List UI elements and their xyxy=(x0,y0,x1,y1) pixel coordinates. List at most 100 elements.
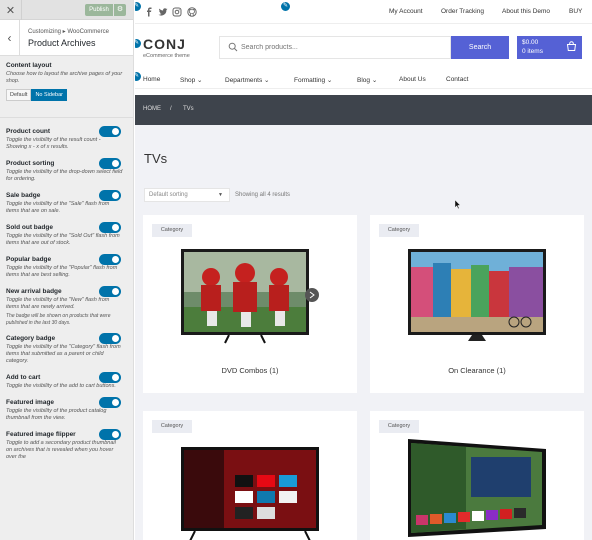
product-image[interactable] xyxy=(406,247,548,347)
product-sorting-toggle[interactable] xyxy=(99,158,121,169)
toggle-row-category-badge: Category badge Toggle the visibility of … xyxy=(6,333,127,365)
featured-image-toggle[interactable] xyxy=(99,397,121,408)
shop-content: TVs Default sorting ▼ Showing all 4 resu… xyxy=(135,125,592,540)
buy-link[interactable]: BUY xyxy=(569,8,582,15)
search-input[interactable] xyxy=(241,37,441,58)
divider xyxy=(0,117,133,118)
product-image[interactable] xyxy=(179,247,321,347)
caret-down-icon: ▼ xyxy=(218,192,223,198)
order-tracking-link[interactable]: Order Tracking xyxy=(441,8,484,15)
breadcrumb-current: TVs xyxy=(183,106,194,112)
site-logo[interactable]: CONJ xyxy=(143,36,186,52)
toggle-row-sale-badge: Sale badge Toggle the visibility of the … xyxy=(6,190,127,215)
toggle-description: Toggle the visibility of the "New" flash… xyxy=(6,297,110,310)
instagram-icon[interactable] xyxy=(172,7,182,17)
cart-button[interactable]: $0.00 0 items xyxy=(517,36,582,59)
product-name: DVD Combos xyxy=(221,366,268,375)
product-card[interactable]: Category xyxy=(143,411,357,540)
product-card-dvd-combos[interactable]: Category DVD Combos (1) xyxy=(143,215,357,393)
toggle-description: Toggle the visibility of the add to cart… xyxy=(6,383,116,389)
category-badge[interactable]: Category xyxy=(379,224,419,237)
product-count: (1) xyxy=(269,366,279,375)
product-title[interactable]: On Clearance (1) xyxy=(370,366,584,375)
toggle-row-popular-badge: Popular badge Toggle the visibility of t… xyxy=(6,254,127,279)
add-to-cart-toggle[interactable] xyxy=(99,372,121,383)
close-icon[interactable]: ✕ xyxy=(0,0,22,20)
nav-item-blog[interactable]: Blog ⌄ xyxy=(357,76,377,84)
toggle-row-add-to-cart: Add to cart Toggle the visibility of the… xyxy=(6,372,127,390)
product-count: (1) xyxy=(496,366,506,375)
chevron-down-icon: ⌄ xyxy=(264,77,270,84)
nav-item-label: Formatting xyxy=(294,77,326,84)
my-account-link[interactable]: My Account xyxy=(389,8,423,15)
category-badge[interactable]: Category xyxy=(379,420,419,433)
section-title: Product Archives xyxy=(28,38,96,48)
nav-item-shop[interactable]: Shop ⌄ xyxy=(180,76,202,84)
toggle-description: Toggle the visibility of the "Sale" flas… xyxy=(6,201,110,214)
category-badge[interactable]: Category xyxy=(152,224,192,237)
github-icon[interactable] xyxy=(187,7,197,17)
layout-default-button[interactable]: Default xyxy=(6,89,32,101)
edit-shortcut-icon[interactable]: ✎ xyxy=(135,71,142,82)
facebook-icon[interactable] xyxy=(144,7,154,17)
toggle-description: Toggle to add a secondary product thumbn… xyxy=(6,440,116,460)
main-navigation: ✎ Home Shop ⌄ Departments ⌄ Formatting ⌄… xyxy=(135,71,592,89)
back-icon[interactable]: ‹ xyxy=(0,20,20,56)
product-card-on-clearance[interactable]: Category On Clearance (1) xyxy=(370,215,584,393)
about-demo-link[interactable]: About this Demo xyxy=(502,8,550,15)
toggle-description: Toggle the visibility of the result coun… xyxy=(6,137,101,150)
edit-shortcut-icon[interactable]: ✎ xyxy=(280,1,291,12)
product-image[interactable] xyxy=(179,445,321,540)
toggle-description: Toggle the visibility of the drop-down s… xyxy=(6,169,123,182)
content-layout-title: Content layout xyxy=(6,62,52,69)
cart-amount: $0.00 xyxy=(522,39,539,46)
edit-shortcut-icon[interactable]: ✎ xyxy=(135,38,142,49)
featured-image-flipper-toggle[interactable] xyxy=(99,429,121,440)
edit-shortcut-icon[interactable]: ✎ xyxy=(135,1,142,12)
product-image[interactable] xyxy=(406,437,548,537)
popular-badge-toggle[interactable] xyxy=(99,254,121,265)
search-button[interactable]: Search xyxy=(451,36,509,59)
content-layout-description: Choose how to layout the archive pages o… xyxy=(6,71,123,84)
category-badge[interactable]: Category xyxy=(152,420,192,433)
product-count-toggle[interactable] xyxy=(99,126,121,137)
site-tagline: eCommerce theme xyxy=(143,53,190,59)
toggle-row-product-count: Product count Toggle the visibility of t… xyxy=(6,126,127,151)
breadcrumb-home[interactable]: HOME xyxy=(143,106,161,112)
nav-item-label: Shop xyxy=(180,77,196,84)
page-title: TVs xyxy=(144,151,168,166)
nav-item-departments[interactable]: Departments ⌄ xyxy=(225,76,269,84)
nav-item-about-us[interactable]: About Us xyxy=(399,76,426,83)
nav-item-home[interactable]: Home xyxy=(143,76,160,83)
twitter-icon[interactable] xyxy=(158,7,168,17)
category-badge-toggle[interactable] xyxy=(99,333,121,344)
result-count: Showing all 4 results xyxy=(235,192,291,198)
toggle-row-featured-image-flipper: Featured image flipper Toggle to add a s… xyxy=(6,429,127,461)
search-icon xyxy=(228,42,238,52)
nav-item-contact[interactable]: Contact xyxy=(446,76,468,83)
top-bar: ✎ ✎ My Account Order Tracking About this… xyxy=(135,0,592,24)
product-name: On Clearance xyxy=(448,366,495,375)
breadcrumb: HOME / TVs xyxy=(135,95,592,125)
product-card[interactable]: Category xyxy=(370,411,584,540)
toggle-description: Toggle the visibility of the "Category" … xyxy=(6,344,121,364)
sale-badge-toggle[interactable] xyxy=(99,190,121,201)
basket-icon xyxy=(566,41,577,51)
sorting-value: Default sorting xyxy=(149,192,188,198)
layout-no-sidebar-button[interactable]: No Sidebar xyxy=(31,89,67,101)
toggle-row-featured-image: Featured image Toggle the visibility of … xyxy=(6,397,127,422)
gear-icon[interactable]: ⚙ xyxy=(114,4,126,16)
site-preview: ✎ ✎ My Account Order Tracking About this… xyxy=(135,0,592,540)
toggle-description: Toggle the visibility of the product cat… xyxy=(6,408,107,421)
section-header: ‹ Customizing ▸ WooCommerce Product Arch… xyxy=(0,20,133,56)
breadcrumb-separator: / xyxy=(170,106,172,112)
sorting-select[interactable]: Default sorting ▼ xyxy=(144,188,230,202)
toggle-note: The badge will be shown on products that… xyxy=(6,313,111,326)
publish-button[interactable]: Publish xyxy=(85,4,113,16)
chevron-down-icon: ⌄ xyxy=(197,77,203,84)
sold-out-badge-toggle[interactable] xyxy=(99,222,121,233)
chevron-down-icon: ⌄ xyxy=(326,77,333,84)
product-title[interactable]: DVD Combos (1) xyxy=(143,366,357,375)
new-arrival-badge-toggle[interactable] xyxy=(99,286,121,297)
nav-item-formatting[interactable]: Formatting ⌄ xyxy=(294,76,332,84)
